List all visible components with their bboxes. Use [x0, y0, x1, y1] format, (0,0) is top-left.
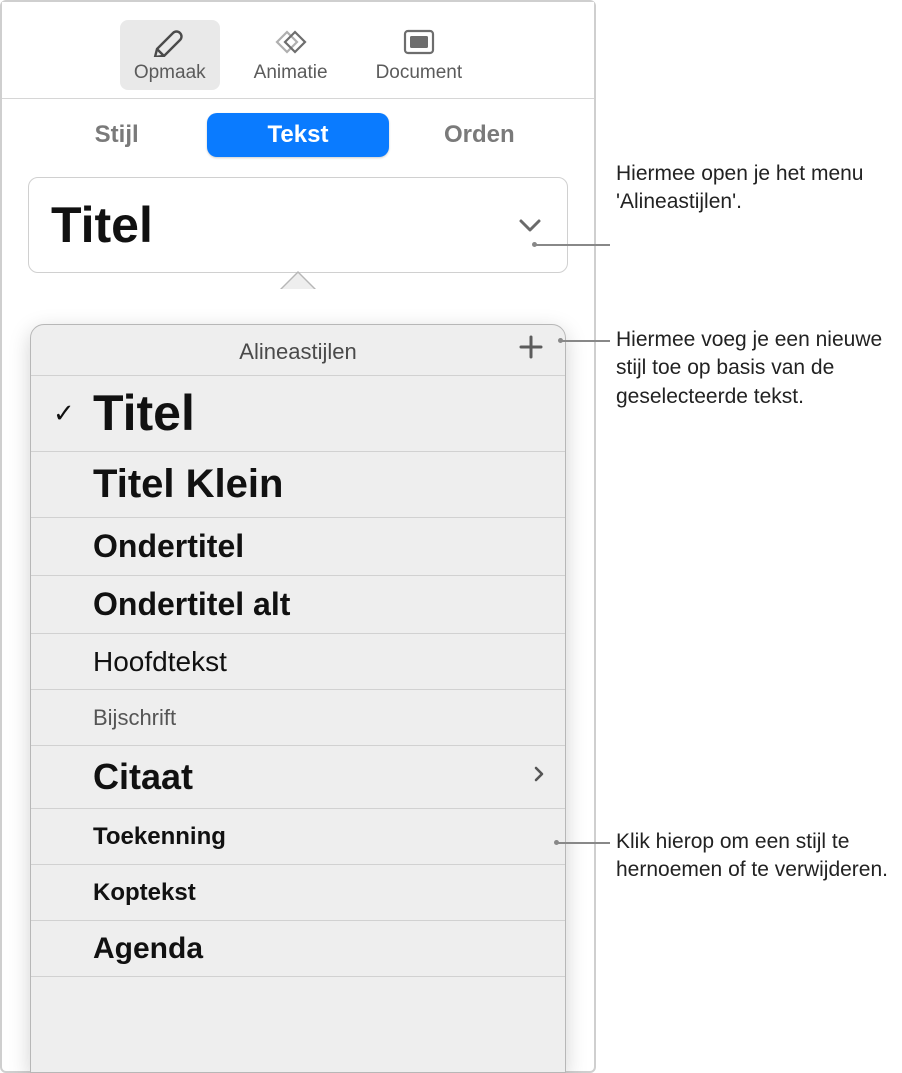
style-item[interactable]: Bijschrift — [31, 690, 565, 746]
style-item-label: Ondertitel alt — [93, 586, 290, 623]
animate-tab-button[interactable]: Animatie — [240, 20, 342, 90]
style-item-label: Koptekst — [93, 879, 196, 907]
paragraph-style-selector[interactable]: Titel — [28, 177, 568, 273]
style-item-label: Toekenning — [93, 823, 226, 851]
paintbrush-icon — [150, 26, 190, 58]
document-tab-button[interactable]: Document — [362, 20, 477, 90]
callout-open-menu-text: Hiermee open je het menu 'Alineastijlen'… — [616, 162, 863, 213]
chevron-right-icon[interactable] — [533, 765, 545, 789]
inspector-subtabs: Stijl Tekst Orden — [26, 113, 570, 157]
tab-order[interactable]: Orden — [389, 113, 570, 157]
add-style-button[interactable] — [513, 332, 549, 368]
popover-caret — [280, 271, 316, 289]
plus-icon — [517, 331, 545, 370]
popover-header: Alineastijlen — [31, 325, 565, 376]
style-item[interactable]: Ondertitel alt — [31, 576, 565, 634]
document-tab-label: Document — [376, 62, 463, 84]
paragraph-style-list: ✓Titel Titel Klein Ondertitel Ondertitel al… — [31, 376, 565, 977]
style-item[interactable]: ✓Titel — [31, 376, 565, 452]
style-item[interactable]: Ondertitel — [31, 518, 565, 576]
callout-add-style: Hiermee voeg je een nieuwe stijl toe op … — [616, 326, 896, 411]
inspector-toolbar: Opmaak Animatie Document — [2, 2, 594, 99]
style-item-label: Titel Klein — [93, 462, 283, 507]
tab-style[interactable]: Stijl — [26, 113, 207, 157]
style-item[interactable]: Titel Klein — [31, 452, 565, 518]
style-item[interactable]: Citaat — [31, 746, 565, 809]
style-item-label: Citaat — [93, 756, 193, 798]
document-icon — [399, 26, 439, 58]
style-item-label: Titel — [93, 386, 195, 441]
style-item-label: Ondertitel — [93, 528, 244, 565]
callout-open-menu: Hiermee open je het menu 'Alineastijlen'… — [616, 160, 886, 217]
style-item[interactable]: Koptekst — [31, 865, 565, 921]
chevron-down-icon — [515, 213, 545, 237]
tab-text[interactable]: Tekst — [207, 113, 388, 157]
paragraph-style-current: Titel — [51, 196, 153, 254]
style-item-label: Bijschrift — [93, 705, 176, 731]
popover-title: Alineastijlen — [239, 339, 356, 365]
callout-add-style-text: Hiermee voeg je een nieuwe stijl toe op … — [616, 328, 882, 408]
format-tab-button[interactable]: Opmaak — [120, 20, 220, 90]
style-item-label: Hoofdtekst — [93, 646, 227, 678]
style-item[interactable]: Toekenning — [31, 809, 565, 865]
style-item-label: Agenda — [93, 932, 203, 966]
paragraph-styles-popover: Alineastijlen ✓Titel Titel Klein Ondertite… — [30, 324, 566, 1073]
callout-rename-delete-text: Klik hierop om een stijl te hernoemen of… — [616, 830, 888, 881]
style-item[interactable]: Agenda — [31, 921, 565, 977]
format-inspector-panel: Opmaak Animatie Document Stijl Tekst Ord… — [0, 0, 596, 1073]
diamond-icon — [271, 26, 311, 58]
callout-rename-delete: Klik hierop om een stijl te hernoemen of… — [616, 828, 896, 885]
checkmark-icon: ✓ — [53, 398, 93, 429]
format-tab-label: Opmaak — [134, 62, 206, 84]
style-item[interactable]: Hoofdtekst — [31, 634, 565, 690]
animate-tab-label: Animatie — [254, 62, 328, 84]
